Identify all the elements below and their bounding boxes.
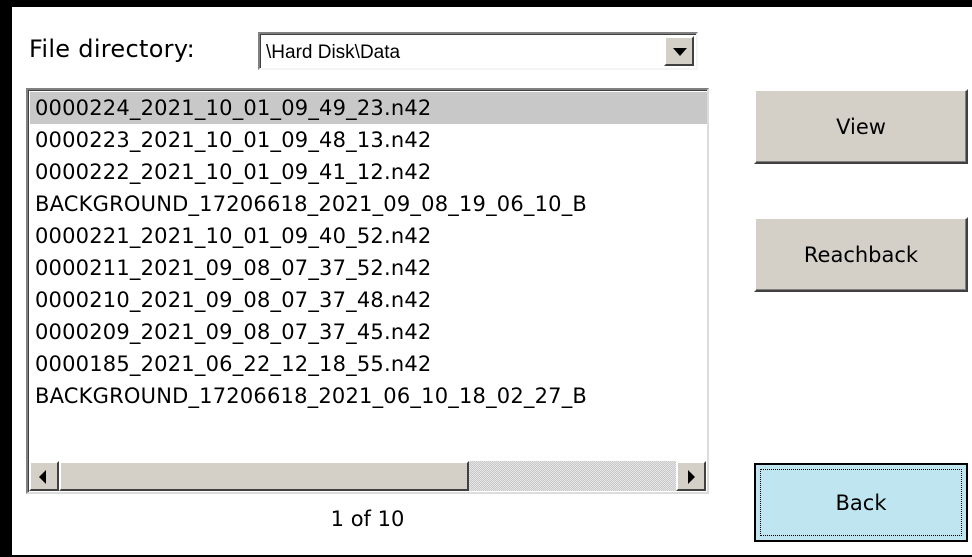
chevron-down-icon	[673, 48, 687, 56]
scroll-right-button[interactable]	[676, 461, 706, 491]
file-list[interactable]: 0000224_2021_10_01_09_49_23.n42 0000223_…	[26, 88, 709, 494]
dropdown-arrow-button[interactable]	[664, 36, 694, 66]
arrow-right-icon	[688, 470, 695, 484]
file-list-item[interactable]: 0000224_2021_10_01_09_49_23.n42	[30, 92, 707, 124]
horizontal-scrollbar[interactable]	[29, 461, 706, 491]
view-button[interactable]: View	[754, 89, 968, 164]
file-list-item[interactable]: 0000222_2021_10_01_09_41_12.n42	[30, 156, 707, 188]
file-list-item[interactable]: BACKGROUND_17206618_2021_09_08_19_06_10_…	[30, 188, 707, 220]
file-list-item[interactable]: 0000223_2021_10_01_09_48_13.n42	[30, 124, 707, 156]
file-list-item[interactable]: 0000211_2021_09_08_07_37_52.n42	[30, 252, 707, 284]
file-list-item[interactable]: BACKGROUND_17206618_2021_06_10_18_02_27_…	[30, 380, 707, 412]
reachback-button[interactable]: Reachback	[754, 217, 968, 292]
back-button[interactable]: Back	[754, 463, 968, 542]
file-list-item[interactable]: 0000209_2021_09_08_07_37_45.n42	[30, 316, 707, 348]
file-directory-label: File directory:	[29, 35, 195, 63]
scrollbar-thumb[interactable]	[59, 461, 469, 491]
file-list-item[interactable]: 0000185_2021_06_22_12_18_55.n42	[30, 348, 707, 380]
file-directory-dropdown[interactable]: \Hard Disk\Data	[258, 32, 698, 70]
back-button-label: Back	[835, 490, 887, 515]
arrow-left-icon	[39, 470, 46, 484]
page-indicator: 1 of 10	[330, 507, 405, 531]
file-list-rows: 0000224_2021_10_01_09_49_23.n42 0000223_…	[30, 92, 707, 452]
file-list-item[interactable]: 0000221_2021_10_01_09_40_52.n42	[30, 220, 707, 252]
scroll-left-button[interactable]	[29, 461, 59, 491]
file-list-item[interactable]: 0000210_2021_09_08_07_37_48.n42	[30, 284, 707, 316]
file-directory-value: \Hard Disk\Data	[266, 42, 401, 63]
